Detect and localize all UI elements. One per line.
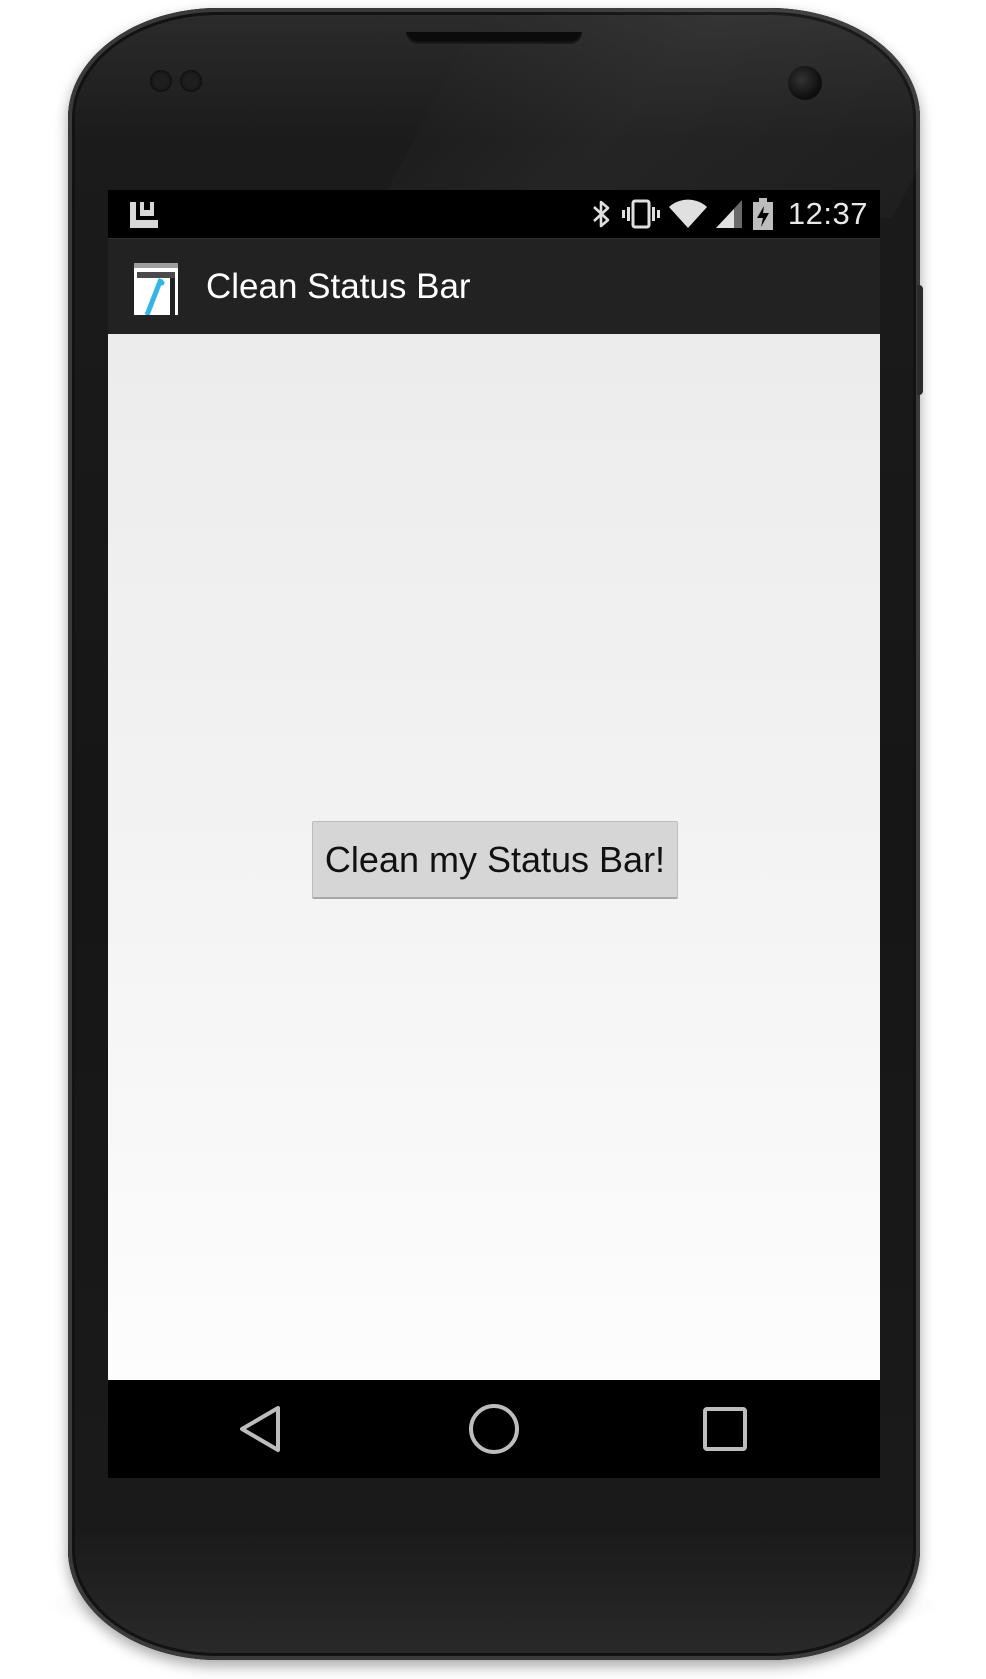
status-clock: 12:37: [787, 196, 868, 231]
back-icon: [240, 1406, 280, 1452]
status-icons: 12:37: [590, 190, 868, 238]
screenshot-stage: 12:37 Clean Status Bar Clean my Status B…: [0, 0, 986, 1679]
status-bar: 12:37: [108, 190, 880, 238]
earpiece-speaker: [406, 32, 582, 44]
app-launcher-icon[interactable]: [134, 263, 178, 315]
navigation-bar: [108, 1380, 880, 1478]
proximity-sensor: [150, 70, 172, 92]
battery-charging-icon: [752, 198, 773, 230]
notification-icon: [130, 202, 158, 228]
main-content: Clean my Status Bar!: [108, 334, 880, 1380]
recents-button[interactable]: [695, 1402, 755, 1456]
back-button[interactable]: [230, 1402, 290, 1456]
wifi-icon: [668, 199, 707, 228]
recents-icon: [703, 1407, 747, 1451]
light-sensor: [180, 70, 202, 92]
home-icon: [469, 1404, 519, 1454]
cell-signal-icon: [715, 200, 742, 228]
vibrate-icon: [621, 199, 660, 229]
app-title: Clean Status Bar: [206, 267, 471, 306]
clean-status-bar-button[interactable]: Clean my Status Bar!: [312, 821, 678, 899]
bluetooth-icon: [593, 200, 610, 228]
home-button[interactable]: [464, 1402, 524, 1456]
device-screen: 12:37 Clean Status Bar Clean my Status B…: [108, 190, 880, 1478]
action-bar: Clean Status Bar: [108, 238, 880, 335]
front-camera: [788, 66, 822, 100]
volume-button: [917, 285, 923, 395]
